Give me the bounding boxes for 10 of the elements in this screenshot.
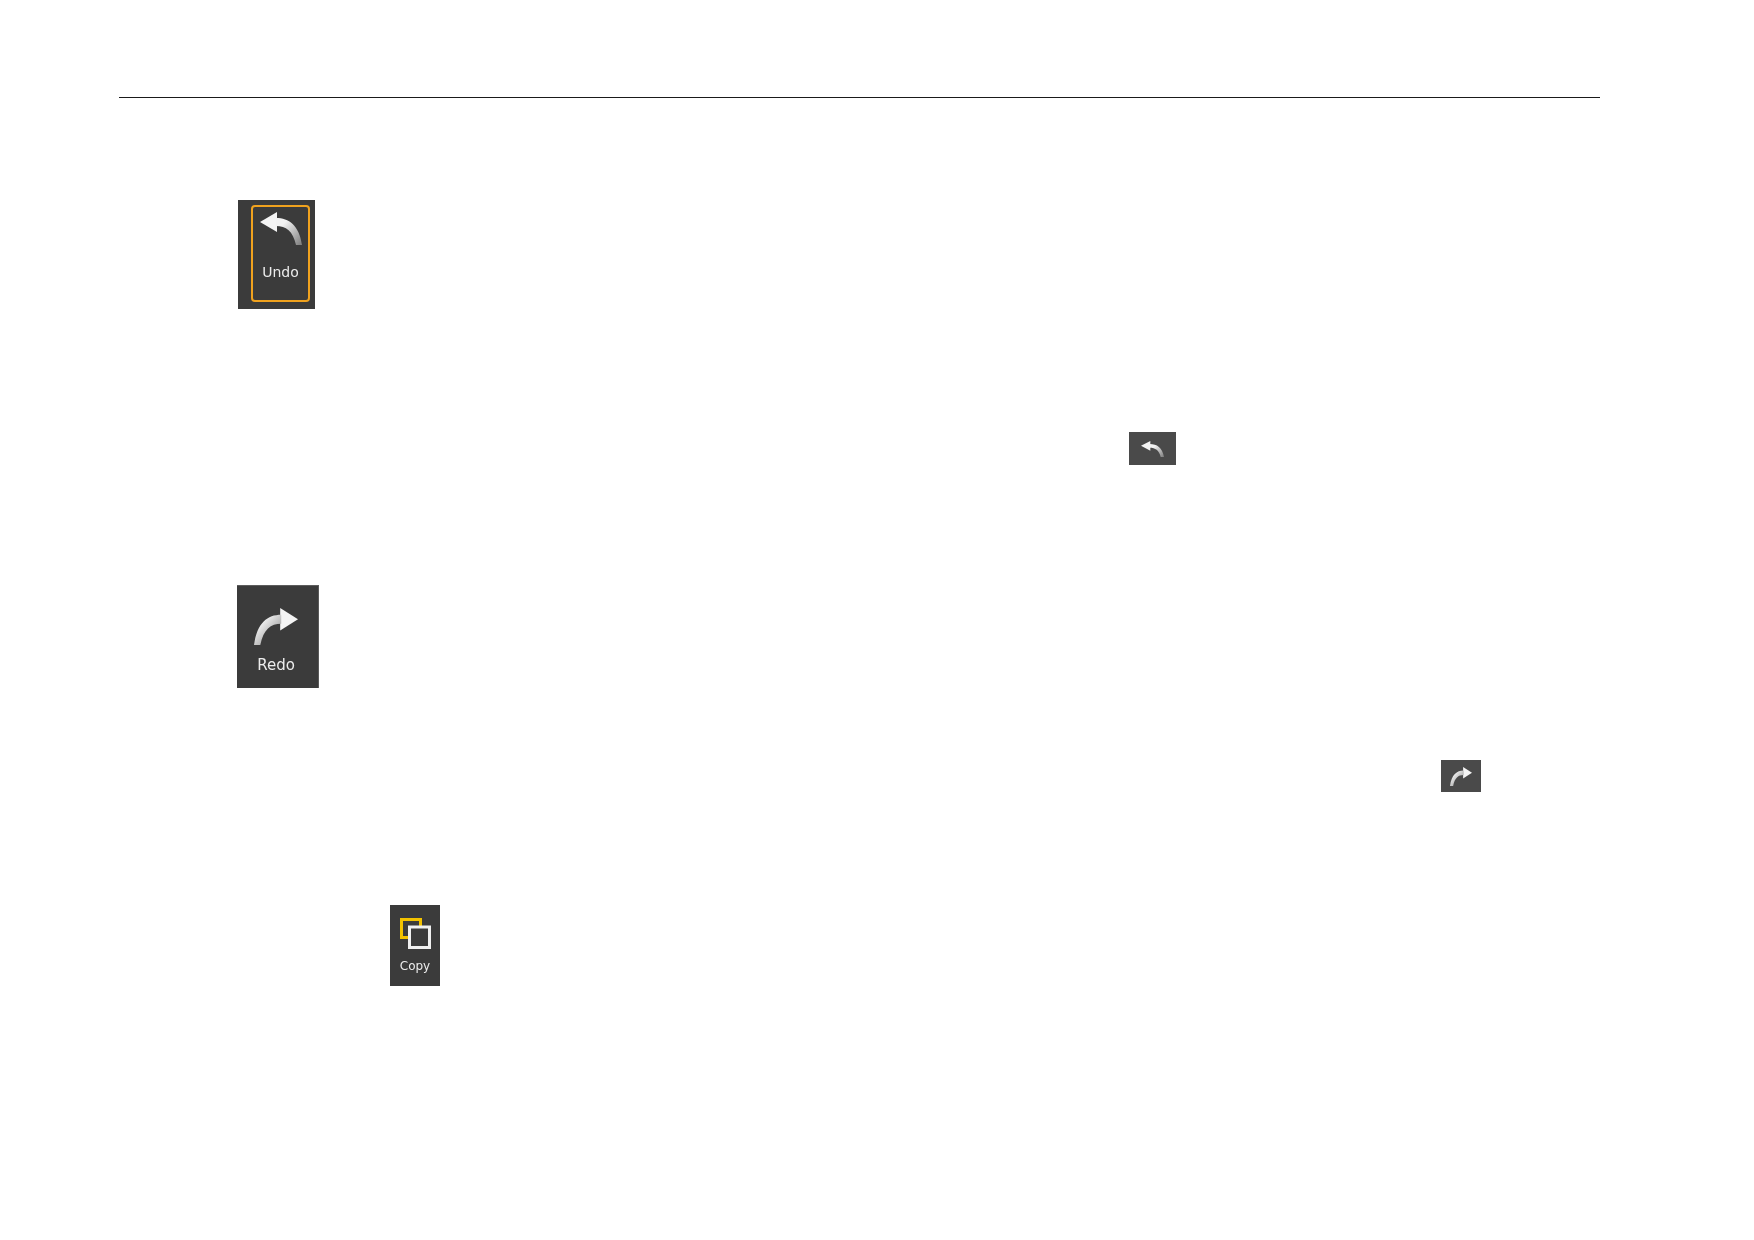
copy-button[interactable]: Copy xyxy=(390,905,440,986)
undo-icon xyxy=(1141,441,1164,457)
redo-icon xyxy=(254,608,298,645)
redo-button[interactable]: Redo xyxy=(237,585,319,688)
undo-button[interactable]: Undo xyxy=(238,200,315,309)
redo-icon xyxy=(1450,767,1472,786)
redo-button[interactable] xyxy=(1441,760,1481,792)
copy-icon xyxy=(399,918,431,949)
undo-icon xyxy=(259,212,302,245)
undo-button[interactable] xyxy=(1129,432,1176,465)
